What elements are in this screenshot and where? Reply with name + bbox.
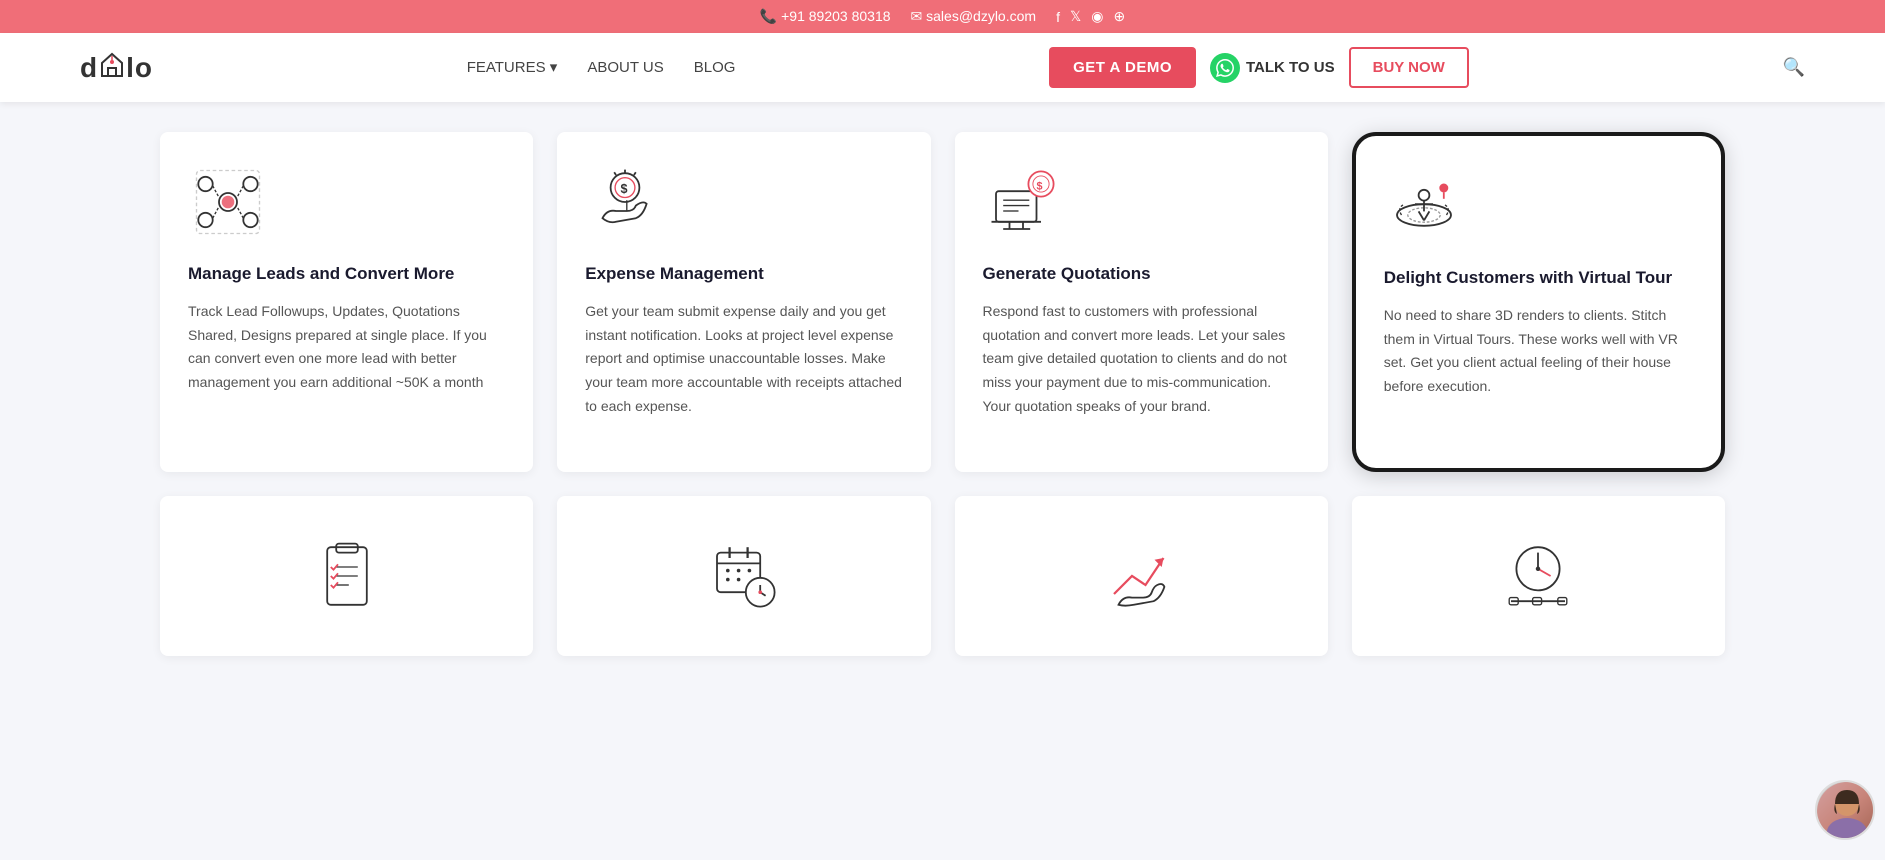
card-expense-title: Expense Management bbox=[585, 262, 902, 286]
nav-about[interactable]: ABOUT US bbox=[587, 59, 663, 77]
card-manage-leads: Manage Leads and Convert More Track Lead… bbox=[160, 132, 533, 472]
top-bar: 📞 +91 89203 80318 ✉ sales@dzylo.com f 𝕏 … bbox=[0, 0, 1885, 33]
twitter-icon[interactable]: 𝕏 bbox=[1070, 8, 1081, 25]
social-icons: f 𝕏 ◉ ⊕ bbox=[1056, 8, 1125, 25]
card-generate-quotations: $ Generate Quotations Respond fast to cu… bbox=[955, 132, 1328, 472]
nav-blog[interactable]: BLOG bbox=[694, 59, 736, 77]
generate-quotations-icon: $ bbox=[983, 162, 1063, 242]
nav-features[interactable]: FEATURES ▾ bbox=[467, 58, 558, 77]
top-cards-grid: Manage Leads and Convert More Track Lead… bbox=[160, 132, 1725, 472]
instagram-icon[interactable]: ◉ bbox=[1091, 8, 1103, 25]
main-content: Manage Leads and Convert More Track Lead… bbox=[0, 102, 1885, 686]
phone-number[interactable]: 📞 +91 89203 80318 bbox=[760, 8, 891, 25]
nav-links: FEATURES ▾ ABOUT US BLOG bbox=[467, 58, 736, 77]
bottom-card-tasklist bbox=[160, 496, 533, 656]
chevron-down-icon: ▾ bbox=[550, 59, 558, 76]
search-icon[interactable]: 🔍 bbox=[1783, 57, 1805, 78]
card-manage-leads-desc: Track Lead Followups, Updates, Quotation… bbox=[188, 300, 505, 395]
bottom-card-schedule bbox=[557, 496, 930, 656]
bottom-cards-grid bbox=[160, 496, 1725, 656]
avatar-face bbox=[1817, 782, 1875, 840]
rss-icon[interactable]: ⊕ bbox=[1113, 8, 1125, 25]
email-icon: ✉ bbox=[911, 8, 923, 24]
card-manage-leads-title: Manage Leads and Convert More bbox=[188, 262, 505, 286]
whatsapp-icon[interactable] bbox=[1210, 53, 1240, 83]
logo-text-d: d bbox=[80, 52, 98, 84]
card-virtual-tour-title: Delight Customers with Virtual Tour bbox=[1384, 266, 1693, 290]
svg-text:$: $ bbox=[1036, 180, 1042, 192]
expense-management-icon: $ bbox=[585, 162, 665, 242]
svg-text:$: $ bbox=[621, 182, 628, 196]
card-virtual-tour: Delight Customers with Virtual Tour No n… bbox=[1352, 132, 1725, 472]
bottom-card-growth bbox=[955, 496, 1328, 656]
get-demo-button[interactable]: GET A DEMO bbox=[1049, 47, 1196, 88]
navbar: d lo FEATURES ▾ ABOUT US BLOG GET A DEMO bbox=[0, 33, 1885, 102]
nav-cta-group: GET A DEMO TALK TO US BUY NOW bbox=[1049, 47, 1469, 88]
virtual-tour-icon bbox=[1384, 166, 1464, 246]
bottom-card-timeline bbox=[1352, 496, 1725, 656]
email-link[interactable]: ✉ sales@dzylo.com bbox=[911, 8, 1037, 25]
card-expense-management: $ Expense Management Get your team submi… bbox=[557, 132, 930, 472]
card-quotations-desc: Respond fast to customers with professio… bbox=[983, 300, 1300, 419]
logo-icon bbox=[98, 50, 126, 85]
logo-text-lo: lo bbox=[126, 52, 153, 84]
manage-leads-icon bbox=[188, 162, 268, 242]
talk-to-us-label[interactable]: TALK TO US bbox=[1246, 59, 1335, 76]
card-virtual-tour-desc: No need to share 3D renders to clients. … bbox=[1384, 304, 1693, 399]
card-expense-desc: Get your team submit expense daily and y… bbox=[585, 300, 902, 419]
buy-now-button[interactable]: BUY NOW bbox=[1349, 47, 1469, 88]
card-quotations-title: Generate Quotations bbox=[983, 262, 1300, 286]
facebook-icon[interactable]: f bbox=[1056, 9, 1060, 25]
chat-avatar[interactable] bbox=[1815, 780, 1875, 840]
talk-to-us-group: TALK TO US bbox=[1210, 53, 1335, 83]
logo[interactable]: d lo bbox=[80, 50, 153, 85]
phone-icon: 📞 bbox=[760, 8, 777, 24]
